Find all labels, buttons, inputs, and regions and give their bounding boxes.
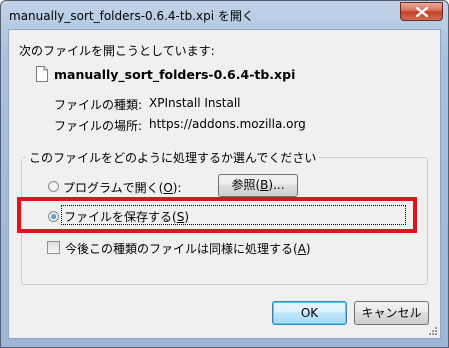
title-bar[interactable]: manually_sort_folders-0.6.4-tb.xpi を開く xyxy=(1,1,448,29)
file-location-label: ファイルの場所: xyxy=(54,119,143,133)
file-name: manually_sort_folders-0.6.4-tb.xpi xyxy=(54,67,296,82)
cancel-button[interactable]: キャンセル xyxy=(354,301,429,325)
file-location-value: https://addons.mozilla.org xyxy=(149,117,306,131)
dialog-window: manually_sort_folders-0.6.4-tb.xpi を開く 次… xyxy=(0,0,449,348)
action-group-title: このファイルをどのように処理するか選んでください xyxy=(26,149,320,166)
browse-button[interactable]: 参照(B)... xyxy=(218,174,298,197)
file-type-value: XPInstall Install xyxy=(149,96,241,110)
window-title: manually_sort_folders-0.6.4-tb.xpi を開く xyxy=(9,9,254,23)
file-icon xyxy=(36,66,48,82)
open-with-label[interactable]: プログラムで開く(O): xyxy=(63,179,182,196)
intro-text: 次のファイルを開こうとしています: xyxy=(19,44,215,58)
ok-button[interactable]: OK xyxy=(272,301,347,325)
close-icon xyxy=(416,7,428,17)
save-option-highlight-box xyxy=(17,197,417,233)
dialog-body: 次のファイルを開こうとしています: manually_sort_folders-… xyxy=(8,29,441,339)
remember-choice-checkbox[interactable] xyxy=(47,241,60,254)
file-type-label: ファイルの種類: xyxy=(54,98,143,112)
open-with-radio[interactable] xyxy=(48,181,59,192)
remember-choice-label[interactable]: 今後この種類のファイルは同様に処理する(A) xyxy=(65,240,311,257)
close-button[interactable] xyxy=(400,2,443,21)
resize-grip-icon[interactable] xyxy=(428,326,438,336)
